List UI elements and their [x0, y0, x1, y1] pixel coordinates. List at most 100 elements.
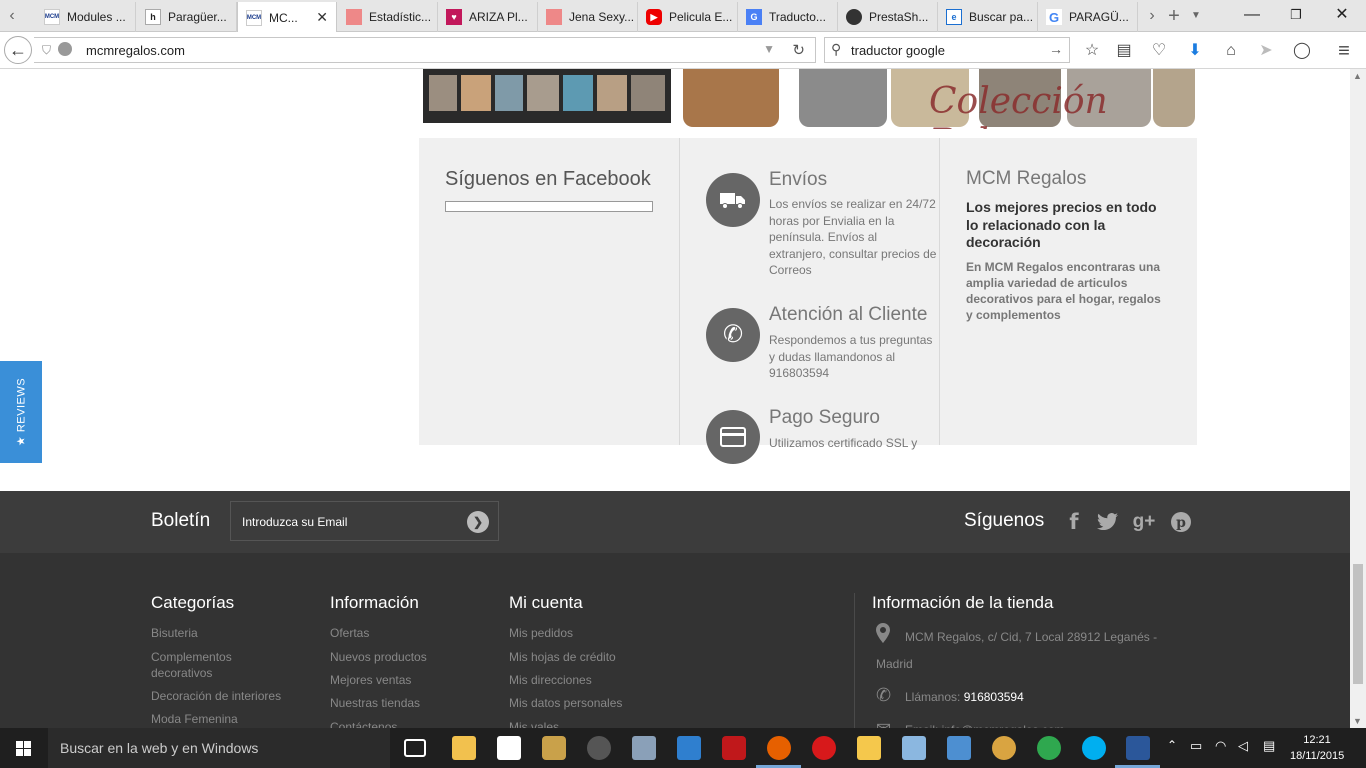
- page-scrollbar[interactable]: ▲ ▼: [1350, 69, 1366, 728]
- opera-icon[interactable]: [812, 736, 836, 760]
- tray-chevron-up-icon[interactable]: ⌃: [1167, 738, 1177, 752]
- pinterest-icon[interactable]: p: [1168, 509, 1194, 535]
- email-placeholder: Introduzca su Email: [242, 515, 348, 529]
- folder-app-icon[interactable]: [947, 736, 971, 760]
- battery-icon[interactable]: ▭: [1190, 738, 1202, 754]
- search-bar[interactable]: ⚲ traductor google →: [824, 37, 1070, 63]
- firefox-icon[interactable]: [767, 736, 791, 760]
- volume-icon[interactable]: ◁: [1238, 738, 1248, 754]
- newsletter-email-input[interactable]: Introduzca su Email ❯: [230, 501, 499, 541]
- task-view-icon[interactable]: [404, 739, 426, 757]
- footer-link[interactable]: Decoración de interiores: [151, 688, 281, 704]
- tab-label: Estadístic...: [369, 10, 432, 24]
- bookmark-star-icon[interactable]: ☆: [1081, 40, 1103, 62]
- tab-paraguas-google[interactable]: G PARAGÜ...: [1038, 2, 1138, 32]
- tab-traductor[interactable]: G Traducto...: [738, 2, 838, 32]
- footer-link[interactable]: Bisuteria: [151, 625, 198, 641]
- tab-ariza[interactable]: ♥ ARIZA Pl...: [438, 2, 538, 32]
- collection-banner[interactable]: Colección Bolsos: [419, 69, 1197, 129]
- tab-label: PrestaSh...: [869, 10, 929, 24]
- twitter-icon[interactable]: [1095, 509, 1121, 535]
- pocket-icon[interactable]: ♡: [1148, 40, 1170, 62]
- chevron-down-icon[interactable]: ▼: [763, 42, 775, 56]
- facebook-widget[interactable]: [445, 201, 653, 212]
- scroll-down-icon[interactable]: ▼: [1353, 716, 1362, 726]
- image-viewer-icon[interactable]: [902, 736, 926, 760]
- about-title: MCM Regalos: [966, 168, 1087, 189]
- store-bag-icon[interactable]: [497, 736, 521, 760]
- submit-arrow-icon[interactable]: ❯: [467, 511, 489, 533]
- tab-mcm-active[interactable]: MCM MC... ✕: [237, 2, 337, 33]
- tab-buscar[interactable]: e Buscar pa...: [938, 2, 1038, 32]
- go-arrow-icon[interactable]: →: [1049, 41, 1063, 57]
- tab-paraguer[interactable]: h Paragüer...: [137, 2, 237, 32]
- wifi-icon[interactable]: ◠: [1215, 738, 1226, 754]
- photo-app-icon[interactable]: [632, 736, 656, 760]
- tab-modules[interactable]: MCM Modules ...: [36, 2, 136, 32]
- footer-link[interactable]: Moda Femenina: [151, 711, 238, 727]
- tab-list-chevron-down-icon[interactable]: ▼: [1186, 6, 1206, 26]
- file-explorer-icon[interactable]: [452, 736, 476, 760]
- service-title-envios: Envíos: [769, 169, 828, 190]
- restore-icon[interactable]: ❐: [1274, 4, 1318, 26]
- store-phone[interactable]: 916803594: [964, 690, 1024, 704]
- facebook-icon[interactable]: f: [1061, 509, 1087, 535]
- service-text-pago: Utilizamos certificado SSL y: [769, 436, 918, 450]
- footer-link[interactable]: Mis datos personales: [509, 695, 622, 711]
- footer-link[interactable]: Mis hojas de crédito: [509, 649, 616, 665]
- scroll-up-icon[interactable]: ▲: [1353, 71, 1362, 81]
- tab-pelicula[interactable]: ▶ Pelicula E...: [638, 2, 738, 32]
- footer-link[interactable]: Contáctenos: [330, 719, 397, 728]
- reload-icon[interactable]: ↻: [792, 41, 805, 59]
- close-window-icon[interactable]: ✕: [1320, 4, 1364, 26]
- follow-label: Síguenos: [964, 510, 1045, 531]
- column-divider: [939, 138, 940, 445]
- footer-link[interactable]: Complementos decorativos: [151, 649, 281, 681]
- send-icon[interactable]: ➤: [1255, 40, 1277, 62]
- search-query-text: traductor google: [851, 43, 945, 58]
- power-app-icon[interactable]: [722, 736, 746, 760]
- tab-close-icon[interactable]: ✕: [316, 9, 328, 26]
- chrome-icon[interactable]: [1037, 736, 1061, 760]
- word-icon[interactable]: [1126, 736, 1150, 760]
- scrollbar-thumb[interactable]: [1353, 564, 1363, 684]
- footer-link[interactable]: Nuevos productos: [330, 649, 427, 665]
- paint-app-icon[interactable]: [992, 736, 1016, 760]
- tab-jena[interactable]: Jena Sexy...: [538, 2, 638, 32]
- home-icon[interactable]: ⌂: [1220, 40, 1242, 62]
- new-tab-button[interactable]: +: [1164, 6, 1184, 26]
- chat-bubble-icon[interactable]: ◯: [1291, 40, 1313, 62]
- image-favicon-icon: [346, 9, 362, 25]
- speaker-app-icon[interactable]: [587, 736, 611, 760]
- taskbar-search-input[interactable]: Buscar en la web y en Windows: [48, 728, 390, 768]
- tab-estadisticas[interactable]: Estadístic...: [338, 2, 438, 32]
- app-icon[interactable]: [542, 736, 566, 760]
- skype-icon[interactable]: [1082, 736, 1106, 760]
- tab-scroll-right-icon[interactable]: ›: [1142, 6, 1162, 26]
- calculator-app-icon[interactable]: [677, 736, 701, 760]
- google-favicon-icon: G: [1046, 9, 1062, 25]
- reading-list-icon[interactable]: ▤: [1113, 40, 1135, 62]
- reviews-side-tab[interactable]: ★ REVIEWS: [0, 361, 42, 463]
- google-plus-icon[interactable]: g+: [1131, 509, 1157, 535]
- mail-app-icon[interactable]: [857, 736, 881, 760]
- url-bar[interactable]: ⛉ mcmregalos.com ▼ ↻: [34, 37, 816, 63]
- minimize-icon[interactable]: —: [1230, 4, 1274, 26]
- footer-link[interactable]: Mejores ventas: [330, 672, 411, 688]
- footer-link[interactable]: Ofertas: [330, 625, 369, 641]
- notification-icon[interactable]: ▤: [1263, 738, 1275, 754]
- footer-link[interactable]: Mis pedidos: [509, 625, 573, 641]
- clock-time: 12:21: [1303, 734, 1331, 746]
- tab-scroll-left-icon[interactable]: ‹: [2, 6, 22, 26]
- menu-hamburger-icon[interactable]: ≡: [1333, 40, 1355, 62]
- footer-link[interactable]: Nuestras tiendas: [330, 695, 420, 711]
- download-arrow-icon[interactable]: ⬇: [1184, 40, 1206, 62]
- windows-start-icon[interactable]: [0, 728, 48, 768]
- taskbar-clock[interactable]: 12:21 18/11/2015: [1290, 732, 1344, 764]
- footer-link[interactable]: Mis direcciones: [509, 672, 592, 688]
- tab-prestashop[interactable]: PrestaSh...: [838, 2, 938, 32]
- back-arrow-icon[interactable]: ←: [4, 36, 32, 64]
- store-email[interactable]: Email: info@mcmregalos.com: [905, 717, 1065, 728]
- footer-link[interactable]: Mis vales: [509, 719, 559, 728]
- footer-information-title: Información: [330, 593, 419, 612]
